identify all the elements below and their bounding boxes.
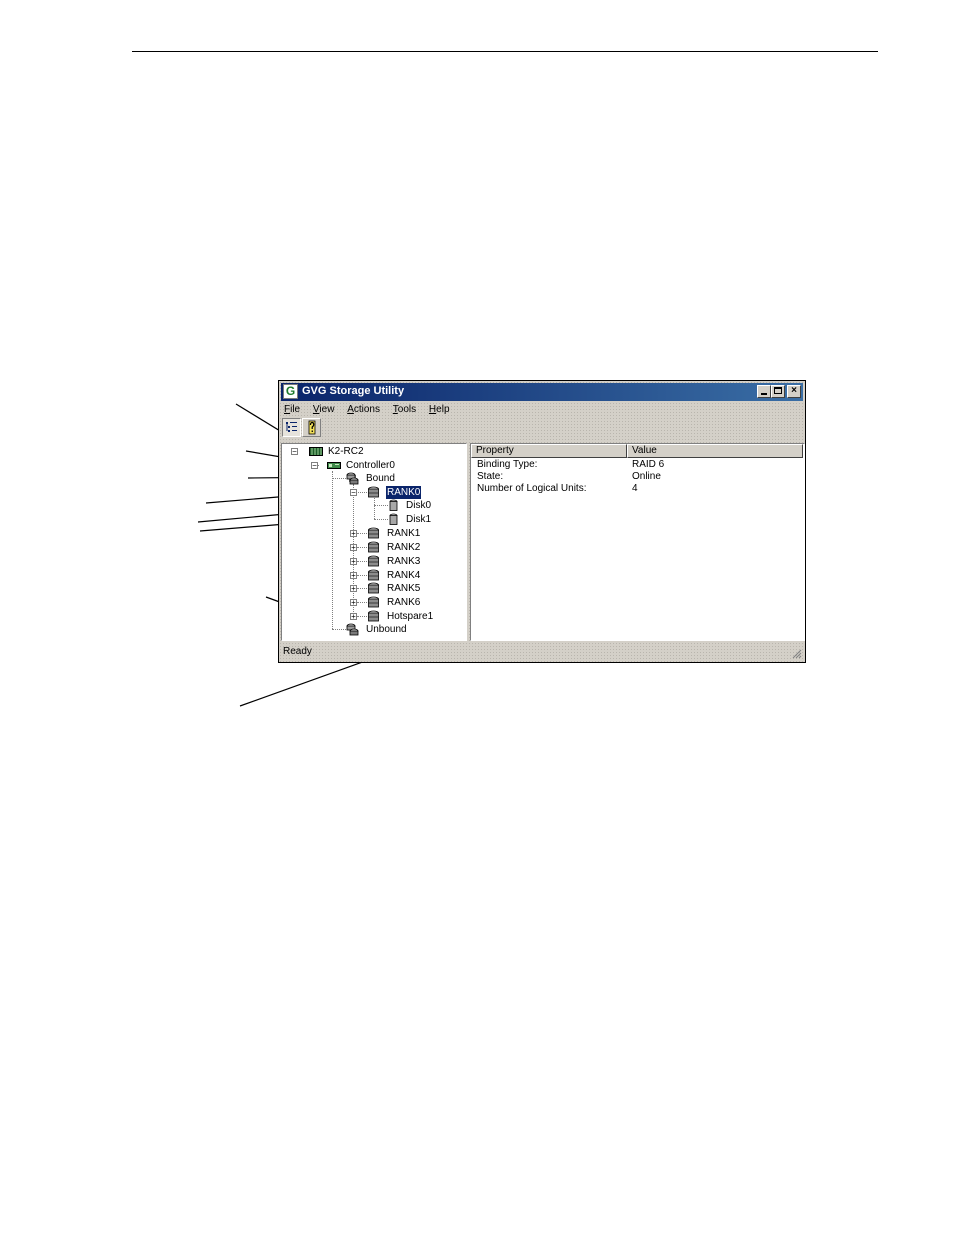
tree-label-rank1: RANK1 xyxy=(387,528,421,539)
column-header-value[interactable]: Value xyxy=(627,444,803,458)
storage-utility-window: G GVG Storage Utility × File View Action… xyxy=(278,380,806,663)
disk-group-icon xyxy=(346,472,359,485)
tree-label-rank4: RANK4 xyxy=(387,570,421,581)
controller-icon xyxy=(327,462,341,469)
tree-label-root: K2-RC2 xyxy=(328,446,364,457)
column-header-property[interactable]: Property xyxy=(471,444,627,458)
rank-icon xyxy=(368,596,379,608)
property-value: 4 xyxy=(632,483,638,494)
page-header-rule xyxy=(132,51,878,52)
tree-node-rank3[interactable]: + RANK3 xyxy=(282,555,462,568)
collapse-icon[interactable]: − xyxy=(291,448,298,456)
toolbar xyxy=(282,418,322,440)
tree-node-rank4[interactable]: + RANK4 xyxy=(282,569,462,582)
disk-icon xyxy=(389,513,398,525)
maximize-button[interactable] xyxy=(771,385,785,398)
property-value: RAID 6 xyxy=(632,459,665,470)
menu-actions[interactable]: Actions xyxy=(346,403,381,417)
tree-node-rank1[interactable]: + RANK1 xyxy=(282,527,462,540)
rank-icon xyxy=(368,569,379,581)
menu-actions-accel: A xyxy=(347,404,354,415)
maximize-icon xyxy=(774,387,782,394)
tree-label-unbound: Unbound xyxy=(366,624,407,635)
tree-node-unbound[interactable]: Unbound xyxy=(282,623,462,636)
tree-node-rank2[interactable]: + RANK2 xyxy=(282,541,462,554)
collapse-icon[interactable]: − xyxy=(311,462,318,470)
menu-tools[interactable]: Tools xyxy=(392,403,417,417)
status-bar: Ready xyxy=(281,644,803,660)
tree-pane[interactable]: − K2-RC2 − Controller0 − xyxy=(281,443,467,641)
menu-help[interactable]: Help xyxy=(428,403,451,417)
tree-label-disk0: Disk0 xyxy=(406,500,432,511)
rank-icon xyxy=(368,486,379,498)
resize-grip-icon[interactable] xyxy=(792,649,802,659)
tree-label-rank6: RANK6 xyxy=(387,597,421,608)
status-text: Ready xyxy=(283,646,312,657)
tree-view-button[interactable] xyxy=(282,418,301,437)
tree-label-bound: Bound xyxy=(366,473,395,484)
property-name: Binding Type: xyxy=(477,459,538,470)
tree-node-hotspare[interactable]: + Hotspare1 xyxy=(282,610,462,623)
minimize-button[interactable] xyxy=(757,385,771,398)
property-row[interactable]: State: Online xyxy=(471,471,804,483)
menu-file[interactable]: File xyxy=(283,403,301,417)
tree-node-bound[interactable]: − Bound xyxy=(282,472,462,485)
expand-icon[interactable]: + xyxy=(350,530,357,538)
tree-label-disk1: Disk1 xyxy=(406,514,432,525)
window-title: GVG Storage Utility xyxy=(302,385,405,397)
tree-label-rank2: RANK2 xyxy=(387,542,421,553)
tree-node-controller[interactable]: − Controller0 xyxy=(282,459,462,472)
expand-icon[interactable]: + xyxy=(350,544,357,552)
menu-bar: File View Actions Tools Help xyxy=(283,403,459,417)
storage-chassis-icon xyxy=(309,447,323,456)
minimize-icon xyxy=(761,393,767,395)
tree-label-hotspare: Hotspare1 xyxy=(387,611,434,622)
rank-icon xyxy=(368,555,379,567)
tree-node-disk0[interactable]: Disk0 xyxy=(282,499,462,512)
properties-pane: Property Value Binding Type: RAID 6 Stat… xyxy=(470,443,805,641)
tree-node-disk1[interactable]: Disk1 xyxy=(282,513,462,526)
tree-label-rank5: RANK5 xyxy=(387,583,421,594)
property-value: Online xyxy=(632,471,661,482)
expand-icon[interactable]: + xyxy=(350,599,357,607)
help-question-icon xyxy=(308,420,316,435)
expand-icon[interactable]: + xyxy=(350,558,357,566)
property-row[interactable]: Number of Logical Units: 4 xyxy=(471,483,804,495)
rank-icon xyxy=(368,541,379,553)
expand-icon[interactable]: + xyxy=(350,585,357,593)
close-icon: × xyxy=(791,385,797,396)
menu-actions-label: ctions xyxy=(353,404,380,415)
property-row[interactable]: Binding Type: RAID 6 xyxy=(471,459,804,471)
disk-icon xyxy=(389,499,398,511)
close-button[interactable]: × xyxy=(787,385,801,398)
tree-node-root[interactable]: − K2-RC2 xyxy=(282,445,462,458)
property-name: Number of Logical Units: xyxy=(477,483,587,494)
tree-node-rank5[interactable]: + RANK5 xyxy=(282,582,462,595)
app-icon: G xyxy=(283,384,298,399)
expand-icon[interactable]: + xyxy=(350,613,357,621)
tree-label-rank0: RANK0 xyxy=(384,485,423,500)
tree-label-rank3: RANK3 xyxy=(387,556,421,567)
help-button[interactable] xyxy=(302,418,321,437)
tree-node-rank6[interactable]: + RANK6 xyxy=(282,596,462,609)
menu-view-label: iew xyxy=(319,404,335,415)
properties-header: Property Value xyxy=(471,444,804,458)
disk-group-icon xyxy=(346,623,359,636)
title-bar[interactable]: G GVG Storage Utility × xyxy=(281,383,803,401)
menu-file-label: ile xyxy=(290,404,301,415)
rank-icon xyxy=(368,610,379,622)
tree-view-icon xyxy=(286,422,297,432)
property-name: State: xyxy=(477,471,504,482)
expand-icon[interactable]: + xyxy=(350,572,357,580)
collapse-icon[interactable]: − xyxy=(350,489,357,497)
rank-icon xyxy=(368,582,379,594)
rank-icon xyxy=(368,527,379,539)
menu-help-label: elp xyxy=(436,404,450,415)
tree-node-rank0[interactable]: − RANK0 xyxy=(282,485,462,500)
tree-label-controller: Controller0 xyxy=(346,460,395,471)
menu-tools-label: ools xyxy=(397,404,417,415)
menu-view[interactable]: View xyxy=(312,403,336,417)
